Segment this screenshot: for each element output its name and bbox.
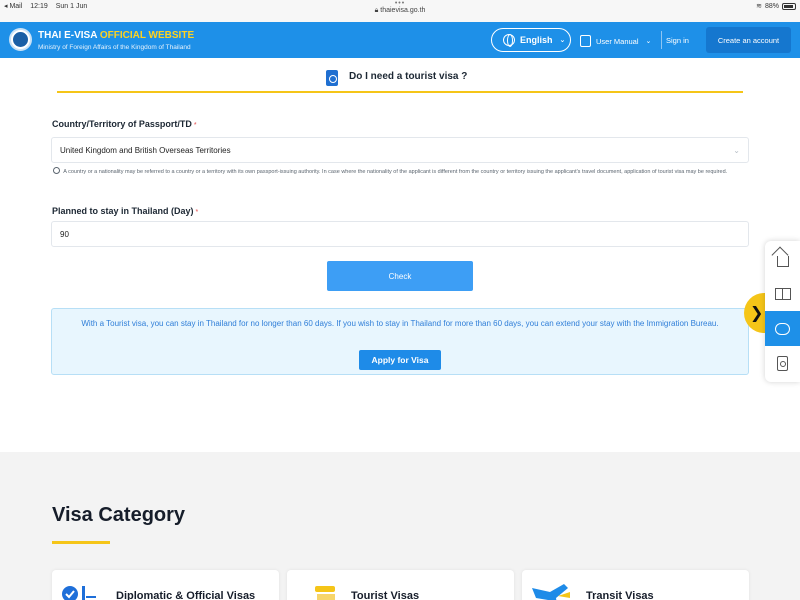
stay-days-label: Planned to stay in Thailand (Day) * bbox=[52, 206, 199, 216]
address-area[interactable]: ••• 🔒︎ thaievisa.go.th bbox=[0, 0, 800, 15]
diplomatic-visa-icon bbox=[62, 586, 96, 600]
language-selector[interactable]: English ⌄ bbox=[491, 28, 571, 52]
country-select[interactable]: United Kingdom and British Overseas Terr… bbox=[51, 137, 749, 163]
visa-card-label: Diplomatic & Official Visas bbox=[116, 590, 256, 600]
ministry-logo-icon[interactable] bbox=[9, 28, 32, 51]
visa-card-label: Tourist Visas bbox=[351, 590, 420, 600]
visa-card-diplomatic[interactable]: Diplomatic & Official Visas bbox=[52, 570, 279, 600]
visa-card-transit[interactable]: Transit Visas bbox=[522, 570, 749, 600]
page-title: Do I need a tourist visa ? bbox=[349, 71, 468, 82]
apply-for-visa-button[interactable]: Apply for Visa bbox=[359, 350, 441, 370]
site-title[interactable]: THAI E-VISA OFFICIAL WEBSITE bbox=[38, 30, 194, 41]
status-right: ≋ 88% bbox=[756, 2, 796, 10]
suitcase-icon bbox=[315, 586, 335, 600]
battery-icon bbox=[782, 2, 796, 10]
section-underline bbox=[52, 541, 110, 544]
chevron-down-icon: ⌄ bbox=[733, 146, 740, 155]
site-title-highlight: OFFICIAL WEBSITE bbox=[99, 30, 195, 41]
user-manual-label: User Manual bbox=[596, 36, 639, 46]
visa-category-section: Visa Category Diplomatic & Official Visa… bbox=[0, 452, 800, 600]
heading-underline bbox=[57, 91, 743, 93]
chat-help-icon bbox=[775, 322, 790, 335]
ios-status-bar: ◂ Mail 12:19 Sun 1 Jun ••• 🔒︎ thaievisa.… bbox=[0, 0, 800, 22]
stay-days-value: 90 bbox=[60, 229, 69, 239]
user-manual-menu[interactable]: User Manual ⌄ bbox=[580, 35, 651, 47]
wifi-icon: ≋ bbox=[756, 3, 762, 10]
required-mark: * bbox=[193, 122, 197, 129]
side-chat-button[interactable] bbox=[765, 311, 800, 346]
lock-icon: 🔒︎ bbox=[374, 7, 379, 14]
battery-level: 88% bbox=[764, 2, 779, 10]
site-header: THAI E-VISA OFFICIAL WEBSITE Ministry of… bbox=[0, 22, 800, 58]
globe-icon bbox=[503, 34, 515, 47]
floating-side-panel bbox=[765, 241, 800, 382]
result-message: With a Tourist visa, you can stay in Tha… bbox=[81, 319, 719, 328]
language-label: English bbox=[520, 35, 553, 45]
manual-book-icon bbox=[580, 35, 591, 47]
required-mark: * bbox=[195, 209, 199, 216]
chevron-right-icon: ❯ bbox=[750, 305, 764, 322]
section-title: Visa Category bbox=[52, 504, 186, 526]
country-select-value: United Kingdom and British Overseas Terr… bbox=[60, 145, 231, 155]
country-hint: A country or a nationality may be referr… bbox=[53, 166, 748, 179]
visa-card-label: Transit Visas bbox=[586, 590, 654, 600]
side-passport-button[interactable] bbox=[765, 346, 800, 381]
result-info-box: With a Tourist visa, you can stay in Tha… bbox=[51, 308, 749, 375]
check-button[interactable]: Check bbox=[327, 261, 473, 291]
info-circle-icon bbox=[53, 167, 60, 174]
side-home-button[interactable] bbox=[765, 241, 800, 276]
country-label: Country/Territory of Passport/TD * bbox=[52, 119, 197, 129]
passport-icon bbox=[326, 70, 338, 86]
manual-book-icon bbox=[774, 287, 791, 300]
create-account-button[interactable]: Create an account bbox=[706, 27, 791, 53]
form-heading: Do I need a tourist visa ? bbox=[0, 66, 800, 90]
sign-in-link[interactable]: Sign in bbox=[666, 36, 689, 45]
airplane-icon bbox=[532, 584, 570, 600]
visa-card-tourist[interactable]: Tourist Visas bbox=[287, 570, 514, 600]
side-manual-button[interactable] bbox=[765, 276, 800, 311]
site-subtitle: Ministry of Foreign Affairs of the Kingd… bbox=[38, 44, 191, 51]
address-bar-url[interactable]: 🔒︎ thaievisa.go.th bbox=[0, 7, 800, 15]
header-divider bbox=[661, 31, 662, 49]
chevron-down-icon: ⌄ bbox=[559, 37, 566, 44]
home-icon bbox=[776, 255, 789, 267]
stay-days-input[interactable]: 90 bbox=[51, 221, 749, 247]
passport-icon bbox=[777, 356, 788, 371]
chevron-down-icon: ⌄ bbox=[645, 38, 652, 45]
